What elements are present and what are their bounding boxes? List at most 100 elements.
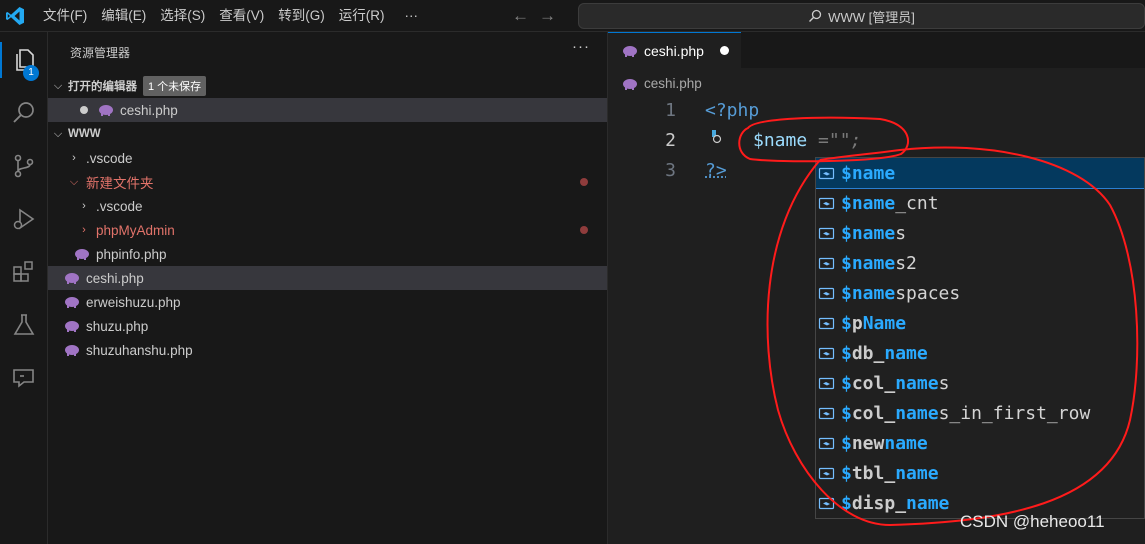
variable-icon bbox=[818, 257, 835, 269]
variable-icon bbox=[818, 497, 835, 509]
tree-folder-phpmyadmin[interactable]: › phpMyAdmin bbox=[48, 218, 607, 242]
testing-activity[interactable] bbox=[0, 301, 48, 349]
run-debug-icon bbox=[13, 208, 35, 230]
suggestion-label: $namespaces bbox=[841, 282, 961, 304]
php-elephant-icon bbox=[65, 345, 79, 356]
suggestion-label: $names bbox=[841, 222, 907, 244]
folder-root-label: WWW bbox=[68, 128, 101, 140]
extensions-icon bbox=[13, 261, 33, 282]
open-editors-header[interactable]: ⌵ 打开的编辑器 1 个未保存 bbox=[48, 74, 607, 98]
tree-file-shuzu[interactable]: shuzu.php bbox=[48, 314, 607, 338]
variable-icon bbox=[818, 437, 835, 449]
suggestion-label: $pName bbox=[841, 312, 907, 334]
tree-file-shuzuhanshu[interactable]: shuzuhanshu.php bbox=[48, 338, 607, 362]
search-activity[interactable] bbox=[0, 89, 48, 137]
forward-arrow-icon[interactable]: → bbox=[539, 6, 556, 26]
extensions-activity[interactable] bbox=[0, 248, 48, 296]
tree-folder-new[interactable]: ⌵ 新建文件夹 bbox=[48, 170, 607, 194]
flask-icon bbox=[13, 314, 35, 335]
variable-icon bbox=[818, 197, 835, 209]
php-elephant-icon bbox=[99, 105, 113, 116]
php-elephant-icon bbox=[65, 273, 79, 284]
unsaved-badge: 1 个未保存 bbox=[143, 76, 207, 96]
chevron-right-icon: › bbox=[82, 224, 86, 236]
vscode-logo-icon bbox=[6, 7, 24, 25]
lightbulb-icon[interactable] bbox=[706, 128, 722, 144]
explorer-activity[interactable]: 1 bbox=[0, 36, 48, 84]
sidebar-more-actions[interactable]: ··· bbox=[572, 38, 590, 55]
menu-view[interactable]: 查看(V) bbox=[212, 0, 271, 32]
navigation-arrows: ← → bbox=[512, 0, 556, 32]
watermark-text: CSDN @heheoo11 bbox=[960, 512, 1105, 531]
suggestion-label: $name_cnt bbox=[841, 192, 939, 214]
suggestion-item[interactable]: $name bbox=[816, 158, 1144, 189]
code-line: $name =""; bbox=[753, 130, 861, 151]
remote-explorer-activity[interactable] bbox=[0, 354, 48, 402]
suggestion-item[interactable]: $newname bbox=[816, 428, 1144, 458]
chevron-right-icon: › bbox=[72, 152, 76, 164]
chevron-down-icon: ⌵ bbox=[53, 79, 63, 92]
menu-edit[interactable]: 编辑(E) bbox=[94, 0, 153, 32]
back-arrow-icon[interactable]: ← bbox=[512, 6, 529, 26]
editor-tab-bar: ceshi.php bbox=[608, 32, 1145, 68]
tab-label: ceshi.php bbox=[644, 42, 704, 59]
menu-file[interactable]: 文件(F) bbox=[36, 0, 94, 32]
suggestion-item[interactable]: $db_name bbox=[816, 338, 1144, 368]
tree-file-erweishuzu[interactable]: erweishuzu.php bbox=[48, 290, 607, 314]
variable-icon bbox=[818, 227, 835, 239]
line-number: 3 bbox=[665, 160, 676, 181]
open-editor-item[interactable]: ceshi.php bbox=[48, 98, 607, 122]
suggestion-item[interactable]: $col_names bbox=[816, 368, 1144, 398]
run-debug-activity[interactable] bbox=[0, 195, 48, 243]
folder-root-header[interactable]: ⌵ WWW bbox=[48, 122, 607, 146]
tree-item-label: erweishuzu.php bbox=[86, 294, 181, 310]
suggestion-label: $tbl_name bbox=[841, 462, 939, 484]
unsaved-dot-icon[interactable] bbox=[80, 106, 88, 114]
tree-item-label: shuzu.php bbox=[86, 318, 149, 334]
suggestion-label: $col_names bbox=[841, 372, 950, 394]
suggestion-item[interactable]: $names2 bbox=[816, 248, 1144, 278]
activity-bar: 1 bbox=[0, 32, 48, 544]
suggestion-widget[interactable]: $name $name_cnt $names $names2 $namespaces $p… bbox=[815, 157, 1145, 519]
breadcrumb-file: ceshi.php bbox=[644, 76, 702, 91]
suggestion-item[interactable]: $pName bbox=[816, 308, 1144, 338]
php-elephant-icon bbox=[65, 321, 79, 332]
modified-dot-icon bbox=[580, 178, 588, 186]
suggestion-item[interactable]: $name_cnt bbox=[816, 188, 1144, 218]
command-center-label: WWW [管理员] bbox=[828, 9, 915, 25]
suggestion-item[interactable]: $namespaces bbox=[816, 278, 1144, 308]
command-center-search[interactable]: WWW [管理员] bbox=[578, 3, 1145, 29]
tree-file-ceshi[interactable]: ceshi.php bbox=[48, 266, 607, 290]
tree-file-phpinfo[interactable]: phpinfo.php bbox=[48, 242, 607, 266]
variable-icon bbox=[818, 377, 835, 389]
suggestion-label: $newname bbox=[841, 432, 928, 454]
tree-item-label: .vscode bbox=[86, 150, 133, 166]
variable-icon bbox=[818, 317, 835, 329]
inline-ghost-text: =""; bbox=[807, 130, 862, 151]
menu-bar: 文件(F) 编辑(E) 选择(S) 查看(V) 转到(G) 运行(R) ··· bbox=[36, 0, 425, 32]
open-editor-filename: ceshi.php bbox=[120, 102, 178, 118]
suggestion-label: $db_name bbox=[841, 342, 928, 364]
remote-explorer-icon bbox=[13, 369, 34, 388]
menu-run[interactable]: 运行(R) bbox=[332, 0, 392, 32]
unsaved-dot-icon[interactable] bbox=[720, 46, 729, 55]
open-editors-label: 打开的编辑器 bbox=[68, 81, 137, 93]
suggestion-item[interactable]: $col_names_in_first_row bbox=[816, 398, 1144, 428]
variable-icon bbox=[818, 347, 835, 359]
suggestion-label: $disp_name bbox=[841, 492, 950, 514]
explorer-sidebar: 资源管理器 ··· ⌵ 打开的编辑器 1 个未保存 ceshi.php ⌵ WW… bbox=[48, 32, 608, 544]
suggestion-item[interactable]: $names bbox=[816, 218, 1144, 248]
modified-dot-icon bbox=[580, 226, 588, 234]
suggestion-item[interactable]: $tbl_name bbox=[816, 458, 1144, 488]
tree-folder-vscode[interactable]: › .vscode bbox=[48, 146, 607, 170]
source-control-activity[interactable] bbox=[0, 142, 48, 190]
menu-go[interactable]: 转到(G) bbox=[271, 0, 332, 32]
breadcrumb[interactable]: ceshi.php bbox=[622, 76, 702, 91]
menu-more[interactable]: ··· bbox=[398, 0, 426, 32]
tab-ceshi-php[interactable]: ceshi.php bbox=[608, 32, 741, 68]
code-line: ?> bbox=[705, 160, 727, 181]
tree-folder-vscode-nested[interactable]: › .vscode bbox=[48, 194, 607, 218]
typed-text: $name bbox=[753, 130, 808, 151]
menu-selection[interactable]: 选择(S) bbox=[153, 0, 212, 32]
tree-item-label: 新建文件夹 bbox=[86, 176, 154, 191]
